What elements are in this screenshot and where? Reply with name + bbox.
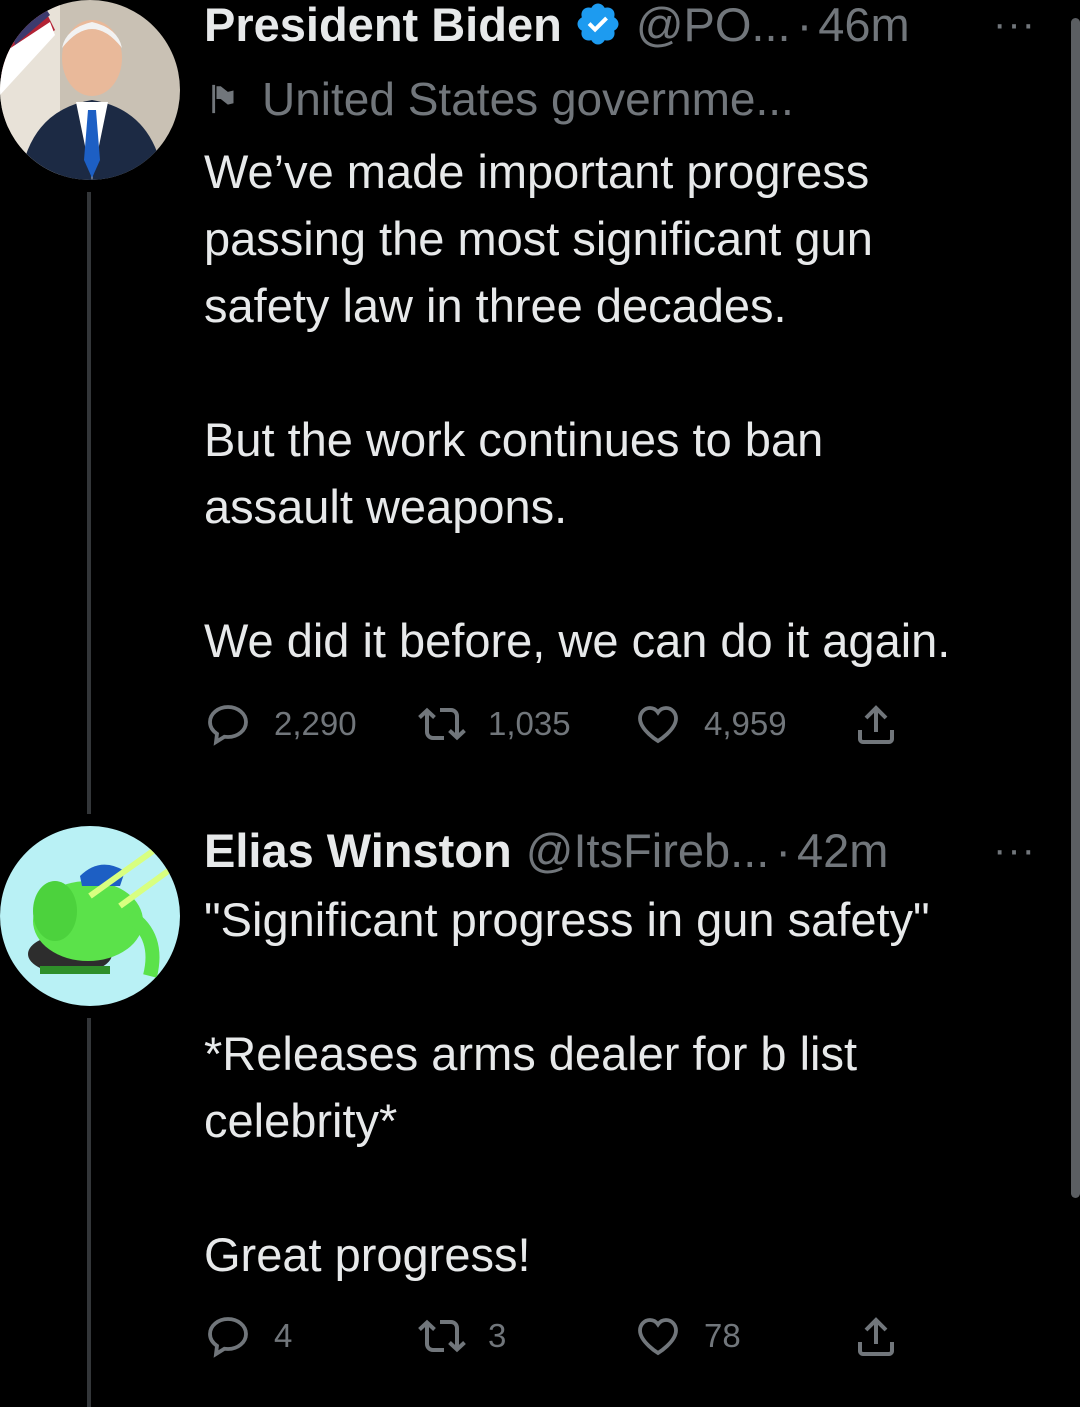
reply-button[interactable]: 4 [204,1312,418,1360]
text-line: We’ve made important progress [204,145,870,198]
text-line: passing the most significant gun [204,212,873,265]
share-button[interactable] [852,1312,900,1360]
retweet-icon [418,707,466,741]
retweet-button[interactable]: 3 [418,1312,634,1360]
text-line: But the work continues to ban [204,413,824,466]
reply-icon [208,1317,248,1358]
retweet-button[interactable]: 1,035 [418,700,634,748]
text-line: *Releases arms dealer for b list [204,1027,858,1080]
author-name[interactable]: Elias Winston [204,823,512,878]
reply-count: 2,290 [274,705,357,742]
like-count: 4,959 [704,705,787,742]
separator-dot: · [775,823,791,877]
separator-dot: · [796,0,813,51]
share-button[interactable] [852,700,900,748]
text-line: Great progress! [204,1228,531,1281]
flag-icon [212,84,234,114]
author-handle[interactable]: @PO... [636,0,791,52]
timestamp[interactable]: 42m [797,823,888,878]
reply-button[interactable]: 2,290 [204,700,418,748]
like-button[interactable]: 4,959 [634,700,852,748]
share-icon [858,1317,894,1356]
text-line: safety law in three decades. [204,279,787,332]
tweet-actions: 2,290 1,035 4,959 [204,700,900,748]
more-options-icon[interactable]: ··· [993,828,1036,873]
avatar-elias-winston[interactable] [0,826,180,1006]
like-count: 78 [704,1317,741,1354]
tweet-header: President Biden @PO... · 46m [204,0,910,52]
tweet-header: Elias Winston @ItsFireb... · 42m [204,822,888,878]
retweet-icon [418,1319,466,1353]
tweet-text: "Significant progress in gun safety" *Re… [204,886,1054,1288]
thread-line [87,192,91,814]
reply-icon [208,705,248,746]
tweet-text: We’ve made important progress passing th… [204,138,1054,674]
text-line: assault weapons. [204,480,568,533]
timestamp[interactable]: 46m [818,0,909,52]
heart-icon [638,706,678,744]
thread-line [87,1018,91,1407]
text-line: We did it before, we can do it again. [204,614,951,667]
verified-badge-icon [574,0,622,48]
more-options-icon[interactable]: ··· [993,2,1036,47]
retweet-count: 1,035 [488,705,571,742]
label-text: United States governme... [262,73,794,125]
share-icon [858,705,894,744]
text-line: celebrity* [204,1094,398,1147]
avatar-president-biden[interactable] [0,0,180,180]
heart-icon [638,1318,678,1356]
government-label[interactable]: United States governme... [208,72,794,126]
text-line: "Significant progress in gun safety" [204,893,930,946]
like-button[interactable]: 78 [634,1312,852,1360]
tweet-actions: 4 3 78 [204,1312,900,1360]
author-name[interactable]: President Biden [204,0,562,52]
scrollbar[interactable] [1071,18,1080,1198]
reply-count: 4 [274,1317,293,1354]
retweet-count: 3 [488,1317,507,1354]
author-handle[interactable]: @ItsFireb... [526,823,770,878]
